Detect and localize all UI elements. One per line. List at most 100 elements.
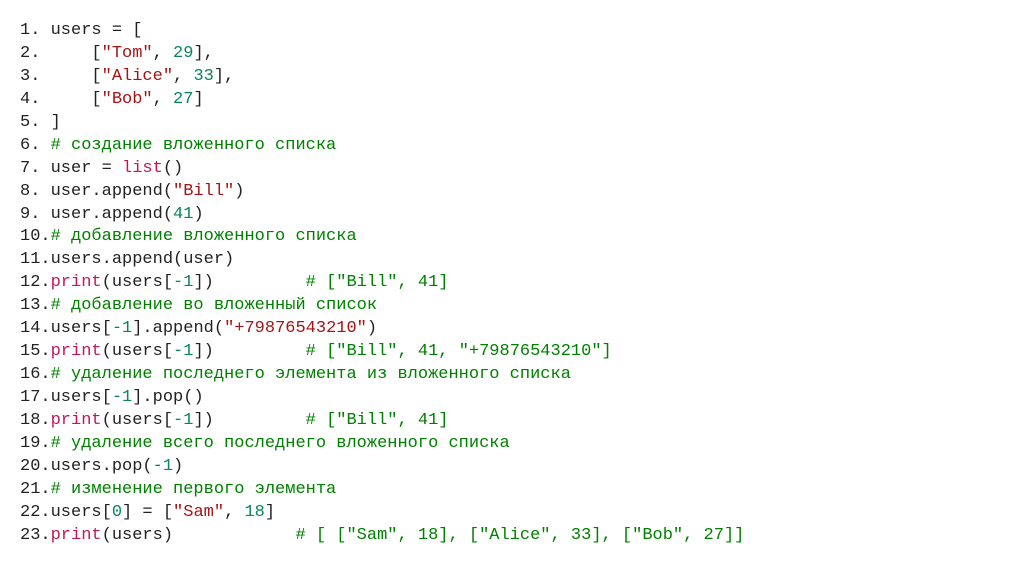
- code-block: 1. users = [2. ["Tom", 29],3. ["Alice", …: [20, 20, 1004, 548]
- line-number: 2.: [20, 44, 40, 63]
- code-token: print: [51, 342, 102, 361]
- code-token: ): [193, 205, 203, 224]
- code-line: 10.# добавление вложенного списка: [20, 226, 1004, 249]
- line-number: 16.: [20, 365, 51, 384]
- line-number: 5.: [20, 113, 40, 132]
- code-token: # создание вложенного списка: [51, 136, 337, 155]
- code-line: 6. # создание вложенного списка: [20, 135, 1004, 158]
- code-token: -1: [173, 411, 193, 430]
- code-token: # ["Bill", 41, "+79876543210"]: [306, 342, 612, 361]
- line-number: 1.: [20, 21, 40, 40]
- line-number: 14.: [20, 319, 51, 338]
- code-token: # добавление вложенного списка: [51, 227, 357, 246]
- code-token: -1: [173, 342, 193, 361]
- code-token: [: [40, 90, 101, 109]
- code-line: 4. ["Bob", 27]: [20, 89, 1004, 112]
- code-line: 16.# удаление последнего элемента из вло…: [20, 364, 1004, 387]
- code-token: 27: [173, 90, 193, 109]
- code-token: "Tom": [102, 44, 153, 63]
- code-token: ]): [193, 411, 305, 430]
- code-token: ]: [40, 113, 60, 132]
- code-token: ]: [265, 503, 275, 522]
- line-number: 11.: [20, 250, 51, 269]
- code-line: 18.print(users[-1]) # ["Bill", 41]: [20, 410, 1004, 433]
- line-number: 18.: [20, 411, 51, 430]
- line-number: 9.: [20, 205, 40, 224]
- code-token: 0: [112, 503, 122, 522]
- code-token: # изменение первого элемента: [51, 480, 337, 499]
- code-token: [: [40, 67, 101, 86]
- line-number: 20.: [20, 457, 51, 476]
- code-token: (users[: [102, 342, 173, 361]
- code-token: print: [51, 273, 102, 292]
- code-token: 18: [244, 503, 264, 522]
- code-token: 33: [193, 67, 213, 86]
- code-token: user.append(: [40, 205, 173, 224]
- code-token: # ["Bill", 41]: [306, 411, 449, 430]
- code-line: 11.users.append(user): [20, 249, 1004, 272]
- code-token: 41: [173, 205, 193, 224]
- code-line: 19.# удаление всего последнего вложенног…: [20, 433, 1004, 456]
- code-token: user =: [40, 159, 122, 178]
- code-token: # [ ["Sam", 18], ["Alice", 33], ["Bob", …: [295, 526, 744, 545]
- code-token: users.pop(: [51, 457, 153, 476]
- code-token: ] = [: [122, 503, 173, 522]
- code-token: (users[: [102, 273, 173, 292]
- code-token: # удаление всего последнего вложенного с…: [51, 434, 510, 453]
- line-number: 10.: [20, 227, 51, 246]
- code-token: users[: [51, 319, 112, 338]
- code-token: (users[: [102, 411, 173, 430]
- code-token: users.append(user): [51, 250, 235, 269]
- code-token: ): [234, 182, 244, 201]
- code-line: 13.# добавление во вложенный список: [20, 295, 1004, 318]
- code-token: print: [51, 526, 102, 545]
- code-token: # добавление во вложенный список: [51, 296, 377, 315]
- code-token: ],: [193, 44, 213, 63]
- code-token: users[: [51, 388, 112, 407]
- line-number: 3.: [20, 67, 40, 86]
- code-token: list: [122, 159, 163, 178]
- code-line: 15.print(users[-1]) # ["Bill", 41, "+798…: [20, 341, 1004, 364]
- code-token: ]: [193, 90, 203, 109]
- line-number: 17.: [20, 388, 51, 407]
- code-token: [40, 136, 50, 155]
- code-line: 1. users = [: [20, 20, 1004, 43]
- code-token: # ["Bill", 41]: [306, 273, 449, 292]
- line-number: 22.: [20, 503, 51, 522]
- code-token: ]): [193, 342, 305, 361]
- code-token: "Alice": [102, 67, 173, 86]
- code-token: ): [367, 319, 377, 338]
- code-token: "Sam": [173, 503, 224, 522]
- code-line: 20.users.pop(-1): [20, 456, 1004, 479]
- code-token: ,: [173, 67, 193, 86]
- code-token: ): [173, 457, 183, 476]
- code-line: 17.users[-1].pop(): [20, 387, 1004, 410]
- code-line: 2. ["Tom", 29],: [20, 43, 1004, 66]
- code-token: # удаление последнего элемента из вложен…: [51, 365, 571, 384]
- code-token: print: [51, 411, 102, 430]
- line-number: 19.: [20, 434, 51, 453]
- code-token: "Bill": [173, 182, 234, 201]
- code-token: ,: [153, 44, 173, 63]
- code-line: 12.print(users[-1]) # ["Bill", 41]: [20, 272, 1004, 295]
- code-line: 23.print(users) # [ ["Sam", 18], ["Alice…: [20, 525, 1004, 548]
- code-line: 9. user.append(41): [20, 204, 1004, 227]
- code-token: ].pop(): [132, 388, 203, 407]
- line-number: 6.: [20, 136, 40, 155]
- code-token: -1: [153, 457, 173, 476]
- code-line: 21.# изменение первого элемента: [20, 479, 1004, 502]
- code-token: -1: [173, 273, 193, 292]
- code-token: ]): [193, 273, 305, 292]
- line-number: 4.: [20, 90, 40, 109]
- code-token: users = [: [40, 21, 142, 40]
- code-token: users[: [51, 503, 112, 522]
- line-number: 13.: [20, 296, 51, 315]
- code-token: ].append(: [132, 319, 224, 338]
- code-token: ],: [214, 67, 234, 86]
- line-number: 7.: [20, 159, 40, 178]
- line-number: 12.: [20, 273, 51, 292]
- code-line: 14.users[-1].append("+79876543210"): [20, 318, 1004, 341]
- code-token: (users): [102, 526, 296, 545]
- code-token: ,: [224, 503, 244, 522]
- code-token: -1: [112, 319, 132, 338]
